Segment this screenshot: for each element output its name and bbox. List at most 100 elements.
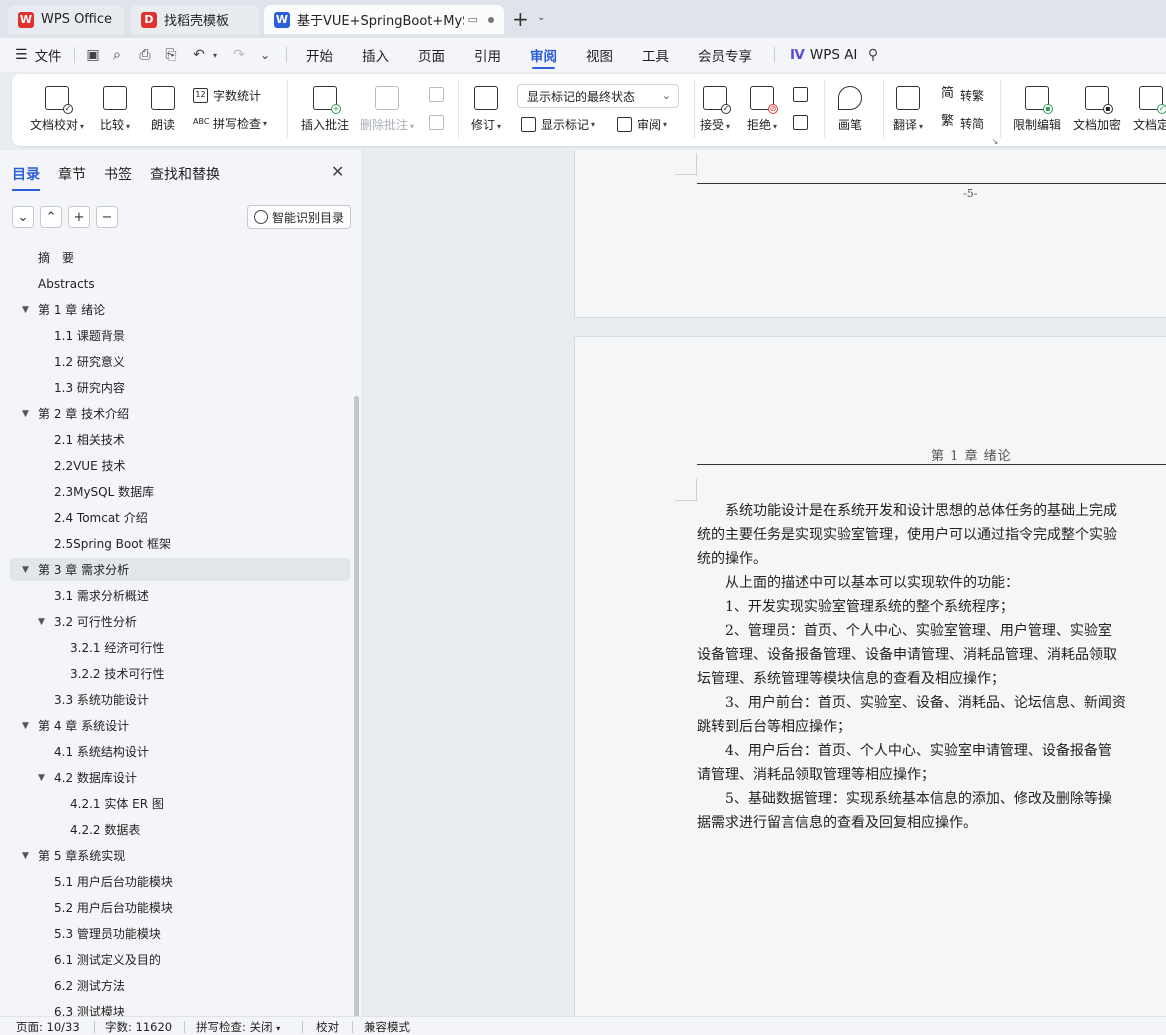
menu-home[interactable]: 开始 [306,38,333,72]
toc-item[interactable]: 3.1 需求分析概述 [10,584,350,607]
toc-item[interactable]: ▼ 3.2 可行性分析 [10,610,350,633]
track-changes-button[interactable]: 修订 ▾ [471,86,501,133]
pen-button[interactable]: 画笔 [838,86,862,133]
insert-comment-button[interactable]: + 插入批注 [301,86,349,133]
word-count-button[interactable]: 12 字数统计 [193,87,261,104]
menu-tools[interactable]: 工具 [642,38,669,72]
nav-tab-bookmarks[interactable]: 书签 [104,164,132,184]
tab-docer-templates[interactable]: D 找稻壳模板 [131,5,259,34]
toc-item[interactable]: 3.3 系统功能设计 [10,688,350,711]
reject-button[interactable]: ⊘ 拒绝 ▾ [747,86,779,133]
toc-item[interactable]: 2.1 相关技术 [10,428,350,451]
accept-button[interactable]: ✓ 接受 ▾ [700,86,732,133]
toc-item[interactable]: ▼ 第 1 章 绪论 [10,298,350,321]
previous-change-button[interactable] [793,87,813,102]
finalize-doc-button[interactable]: ✓ 文档定 [1133,86,1166,133]
toc-item[interactable]: 2.5Spring Boot 框架 [10,532,350,555]
expand-caret-icon[interactable]: ▼ [22,565,29,575]
translate-button[interactable]: 翻译 ▾ [893,86,923,133]
collapse-up-button[interactable]: ⌃ [40,206,62,228]
save-icon[interactable]: ▣ [84,46,102,64]
print-preview-icon[interactable]: ⎘ [162,46,180,64]
toc-item[interactable]: 6.1 测试定义及目的 [10,948,350,971]
previous-comment-button[interactable] [429,87,449,102]
toc-scrollbar[interactable] [354,396,359,1035]
toc-item[interactable]: ▼ 第 2 章 技术介绍 [10,402,350,425]
expand-caret-icon[interactable]: ▼ [22,305,29,315]
compare-button[interactable]: 比较 ▾ [100,86,130,133]
document-canvas[interactable]: -5- 第 1 章 绪论 系统功能设计是在系统开发和设计思想的总体任务的基础上完… [364,150,1166,1016]
toc-item[interactable]: 6.2 测试方法 [10,974,350,997]
toc-item[interactable]: 1.2 研究意义 [10,350,350,373]
doc-proofread-button[interactable]: ✓ 文档校对 ▾ [30,86,84,133]
toc-item[interactable]: 5.3 管理员功能模块 [10,922,350,945]
to-simplified-button[interactable]: 繁 转简 [940,115,984,132]
toc-item[interactable]: 5.1 用户后台功能模块 [10,870,350,893]
spell-check-button[interactable]: ABC 拼写检查 ▾ [193,115,267,132]
read-aloud-button[interactable]: 朗读 [151,86,175,133]
toc-item[interactable]: 1.1 课题背景 [10,324,350,347]
file-menu[interactable]: ☰ 文件 [15,38,62,72]
next-comment-button[interactable] [429,115,449,130]
toc-item[interactable]: 4.2.1 实体 ER 图 [10,792,350,815]
unsaved-dot-icon[interactable] [488,16,494,23]
remove-heading-button[interactable]: − [96,206,118,228]
toc-item[interactable]: 2.2VUE 技术 [10,454,350,477]
toc-item[interactable]: 摘 要 [10,246,350,269]
undo-dropdown-icon[interactable]: ▾ [206,46,224,64]
page-indicator[interactable]: 页面: 10/33 [16,1019,80,1035]
close-icon[interactable]: ✕ [331,162,344,181]
print-icon[interactable]: ⎙ [136,46,154,64]
menu-insert[interactable]: 插入 [362,38,389,72]
markup-state-select[interactable]: 显示标记的最终状态 ⌄ [517,84,679,108]
toc-item[interactable]: 2.4 Tomcat 介绍 [10,506,350,529]
toc-item[interactable]: 3.2.2 技术可行性 [10,662,350,685]
review-pane-button[interactable]: 审阅 ▾ [617,116,667,133]
toc-item[interactable]: ▼ 第 4 章 系统设计 [10,714,350,737]
expand-caret-icon[interactable]: ▼ [38,617,45,627]
more-chevron-icon[interactable]: ⌄ [256,46,274,64]
toc-item[interactable]: 4.1 系统结构设计 [10,740,350,763]
toc-item[interactable]: 3.2.1 经济可行性 [10,636,350,659]
menu-review[interactable]: 审阅 [530,38,557,72]
add-heading-button[interactable]: + [68,206,90,228]
monitor-icon[interactable]: ▭ [468,13,478,26]
menu-member[interactable]: 会员专享 [698,38,752,72]
toc-item[interactable]: 1.3 研究内容 [10,376,350,399]
menu-view[interactable]: 视图 [586,38,613,72]
wps-ai-button[interactable]: Ⅳ WPS AI [790,38,857,72]
expand-caret-icon[interactable]: ▼ [38,773,45,783]
expand-caret-icon[interactable]: ▼ [22,851,29,861]
toc-item[interactable]: ▼ 第 5 章系统实现 [10,844,350,867]
search-icon[interactable]: ⚲ [864,46,882,64]
next-change-button[interactable] [793,115,813,130]
restrict-edit-button[interactable]: ▪ 限制编辑 [1013,86,1061,133]
new-tab-plus-icon[interactable]: + [512,9,529,29]
menu-references[interactable]: 引用 [474,38,501,72]
toc-item[interactable]: 4.2.2 数据表 [10,818,350,841]
proofread-status[interactable]: 校对 [316,1019,339,1035]
nav-tab-toc[interactable]: 目录 [12,164,40,191]
toc-item[interactable]: ▼ 4.2 数据库设计 [10,766,350,789]
expand-caret-icon[interactable]: ▼ [22,409,29,419]
delete-comment-button[interactable]: 删除批注 ▾ [360,86,414,133]
expand-caret-icon[interactable]: ▼ [22,721,29,731]
menu-page[interactable]: 页面 [418,38,445,72]
toc-item[interactable]: 2.3MySQL 数据库 [10,480,350,503]
expand-down-button[interactable]: ⌄ [12,206,34,228]
toc-item[interactable]: Abstracts [10,272,350,295]
toc-item[interactable]: 5.2 用户后台功能模块 [10,896,350,919]
dialog-launcher-icon[interactable]: ↘ [986,132,1004,150]
redo-icon[interactable]: ↷ [230,46,248,64]
spell-check-status[interactable]: 拼写检查: 关闭 ▾ [196,1019,280,1035]
tab-wps-office[interactable]: W WPS Office [8,5,124,34]
nav-tab-find-replace[interactable]: 查找和替换 [150,164,220,184]
show-markup-button[interactable]: 显示标记 ▾ [521,116,595,133]
tab-current-document[interactable]: W 基于VUE+SpringBoot+MySQ ▭ [264,5,504,34]
tab-list-chevron-icon[interactable]: ⌄ [537,12,545,23]
encrypt-doc-button[interactable]: ▪ 文档加密 [1073,86,1121,133]
word-count-indicator[interactable]: 字数: 11620 [105,1019,172,1035]
toc-item[interactable]: 6.3 测试模块 [10,1000,350,1016]
to-traditional-button[interactable]: 简 转繁 [940,87,984,104]
smart-toc-button[interactable]: 智能识别目录 [247,205,351,229]
